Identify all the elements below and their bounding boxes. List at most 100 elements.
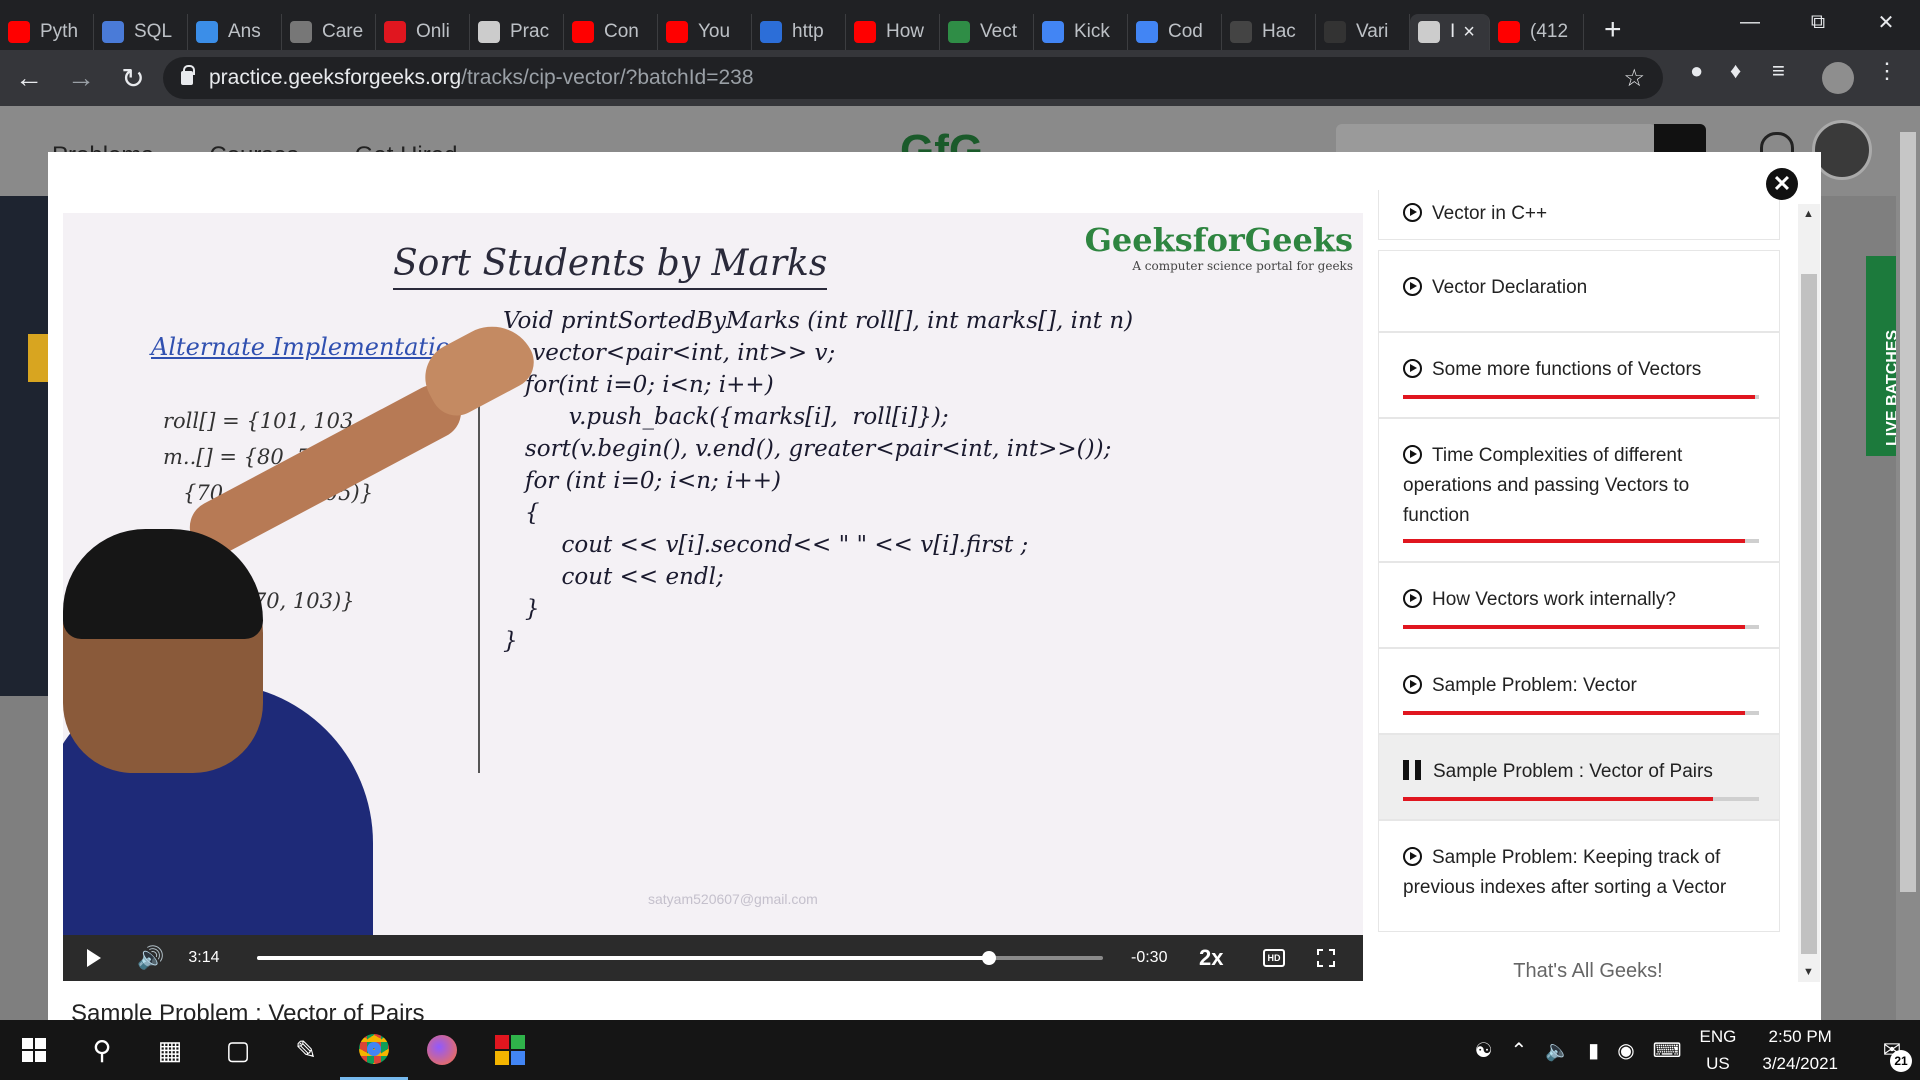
hd-quality-icon[interactable]: HD	[1263, 949, 1285, 967]
close-modal-icon[interactable]: ✕	[1766, 168, 1798, 200]
browser-tab[interactable]: Prac	[470, 14, 564, 50]
menu-icon[interactable]: ⋮	[1876, 58, 1898, 84]
task-view-icon[interactable]: ▦	[136, 1020, 204, 1080]
browser-tab[interactable]: How	[846, 14, 940, 50]
browser-tab[interactable]: Kick	[1034, 14, 1128, 50]
google-icon	[1136, 21, 1158, 43]
browser-tab[interactable]: (412	[1490, 14, 1584, 50]
browser-tab[interactable]: Ans	[188, 14, 282, 50]
minimize-icon[interactable]: —	[1716, 0, 1784, 44]
playlist-item[interactable]: Sample Problem: Keeping track of previou…	[1378, 820, 1780, 932]
volume-icon[interactable]: 🔊	[137, 945, 164, 971]
play-icon[interactable]	[87, 949, 101, 967]
profile-avatar[interactable]	[1822, 62, 1854, 94]
play-circle-icon	[1403, 203, 1422, 222]
video-player[interactable]: Sort Students by Marks GeeksforGeeks A c…	[63, 213, 1363, 981]
github-icon	[1230, 21, 1252, 43]
scroll-up-icon[interactable]: ▲	[1803, 208, 1814, 220]
playback-speed-button[interactable]: 2x	[1199, 945, 1223, 971]
page-scroll-thumb[interactable]	[1900, 132, 1916, 892]
browser-tab[interactable]: Vect	[940, 14, 1034, 50]
show-hidden-icon[interactable]: ⌃	[1511, 1038, 1528, 1063]
app-grid-icon[interactable]	[476, 1020, 544, 1080]
wifi-icon[interactable]: ◉	[1617, 1038, 1634, 1063]
notification-center-icon[interactable]: ✉ 21	[1864, 1020, 1920, 1080]
elapsed-time: 3:14	[188, 949, 220, 966]
u-icon	[384, 21, 406, 43]
puzzle-icon[interactable]: ♦	[1730, 58, 1741, 84]
region-code: US	[1706, 1054, 1730, 1073]
desktop-app-icon[interactable]: ▢	[204, 1020, 272, 1080]
notes-app-icon[interactable]: ✎	[272, 1020, 340, 1080]
browser-tab[interactable]: http	[752, 14, 846, 50]
playlist-item-body: Sample Problem: Vector	[1403, 649, 1755, 701]
playlist-item[interactable]: How Vectors work internally?	[1378, 562, 1780, 648]
user-avatar[interactable]	[1812, 120, 1872, 180]
playlist-scrollbar[interactable]: ▲ ▼	[1798, 204, 1820, 982]
people-icon[interactable]: ☯	[1475, 1038, 1493, 1063]
forward-icon[interactable]: →	[58, 62, 104, 94]
search-icon[interactable]: ⚲	[68, 1020, 136, 1080]
clock-time: 2:50 PM	[1768, 1027, 1832, 1046]
extension-icon[interactable]: ●	[1690, 58, 1703, 84]
seek-handle[interactable]	[981, 951, 996, 965]
playlist-item[interactable]: Some more functions of Vectors	[1378, 332, 1780, 418]
playlist-scroll-thumb[interactable]	[1801, 274, 1817, 954]
playlist-item-progress	[1403, 797, 1759, 801]
chrome-icon[interactable]	[340, 1020, 408, 1080]
speaker-icon[interactable]: 🔈	[1545, 1038, 1570, 1063]
battery-icon[interactable]: ▮	[1588, 1038, 1599, 1063]
firefox-icon[interactable]	[408, 1020, 476, 1080]
play-circle-icon	[1403, 277, 1422, 296]
browser-tab[interactable]: SQL	[94, 14, 188, 50]
new-tab-button[interactable]: +	[1604, 13, 1622, 47]
windows-taskbar: ⚲ ▦ ▢ ✎ ☯ ⌃ 🔈 ▮ ◉ ⌨ ENG US 2:50 PM 3/24/…	[0, 1020, 1920, 1080]
close-tab-icon[interactable]: ×	[1463, 21, 1475, 44]
tab-label: Vari	[1356, 21, 1389, 42]
seek-bar[interactable]	[257, 951, 1103, 965]
restore-icon[interactable]: ⧉	[1784, 0, 1852, 44]
playlist-item-progress-fill	[1403, 711, 1745, 715]
playlist-item[interactable]: Time Complexities of different operation…	[1378, 418, 1780, 562]
browser-tab[interactable]: Care	[282, 14, 376, 50]
tab-label: Cod	[1168, 21, 1203, 42]
playlist-item[interactable]: Vector in C++	[1378, 190, 1780, 240]
keyboard-icon[interactable]: ⌨	[1653, 1038, 1682, 1063]
globe-icon	[1418, 21, 1440, 43]
browser-tab[interactable]: Cod	[1128, 14, 1222, 50]
url-field[interactable]: practice.geeksforgeeks.org/tracks/cip-ve…	[163, 57, 1663, 99]
whiteboard-code: Void printSortedByMarks (int roll[], int…	[503, 308, 1134, 654]
playlist-item-label: Some more functions of Vectors	[1432, 359, 1702, 380]
media-queue-icon[interactable]: ≡	[1772, 58, 1785, 84]
windows-start-icon[interactable]	[0, 1020, 68, 1080]
tab-label: Con	[604, 21, 639, 42]
play-circle-icon	[1403, 847, 1422, 866]
browser-tab[interactable]: Onli	[376, 14, 470, 50]
whiteboard-brand: GeeksforGeeks	[1084, 221, 1353, 259]
scroll-down-icon[interactable]: ▼	[1803, 966, 1814, 978]
tab-label: You	[698, 21, 731, 42]
language-indicator[interactable]: ENG US	[1700, 1023, 1737, 1077]
playlist-item[interactable]: Sample Problem: Vector	[1378, 648, 1780, 734]
page-scrollbar[interactable]	[1896, 106, 1920, 1020]
bookmark-star-icon[interactable]: ☆	[1623, 64, 1645, 93]
browser-tab[interactable]: Vari	[1316, 14, 1410, 50]
lock-icon[interactable]	[181, 65, 195, 85]
back-icon[interactable]: ←	[6, 62, 52, 94]
address-toolbar: ← → ↻ practice.geeksforgeeks.org/tracks/…	[0, 50, 1920, 106]
whiteboard-brand-tag: A computer science portal for geeks	[1132, 259, 1353, 273]
playlist-item[interactable]: Vector Declaration	[1378, 250, 1780, 332]
browser-tab[interactable]: Pyth	[0, 14, 94, 50]
close-window-icon[interactable]: ✕	[1852, 0, 1920, 44]
clock[interactable]: 2:50 PM 3/24/2021	[1762, 1023, 1838, 1077]
tab-label: Hac	[1262, 21, 1296, 42]
fullscreen-icon[interactable]	[1317, 949, 1335, 967]
browser-tab[interactable]: You	[658, 14, 752, 50]
browser-tab[interactable]: Hac	[1222, 14, 1316, 50]
browser-tab[interactable]: I ×	[1410, 14, 1490, 50]
playlist-item[interactable]: Sample Problem : Vector of Pairs	[1378, 734, 1780, 820]
reload-icon[interactable]: ↻	[110, 62, 156, 95]
url-path: /tracks/cip-vector/?batchId=238	[461, 66, 754, 89]
playlist-item-progress-fill	[1403, 539, 1745, 543]
browser-tab[interactable]: Con	[564, 14, 658, 50]
